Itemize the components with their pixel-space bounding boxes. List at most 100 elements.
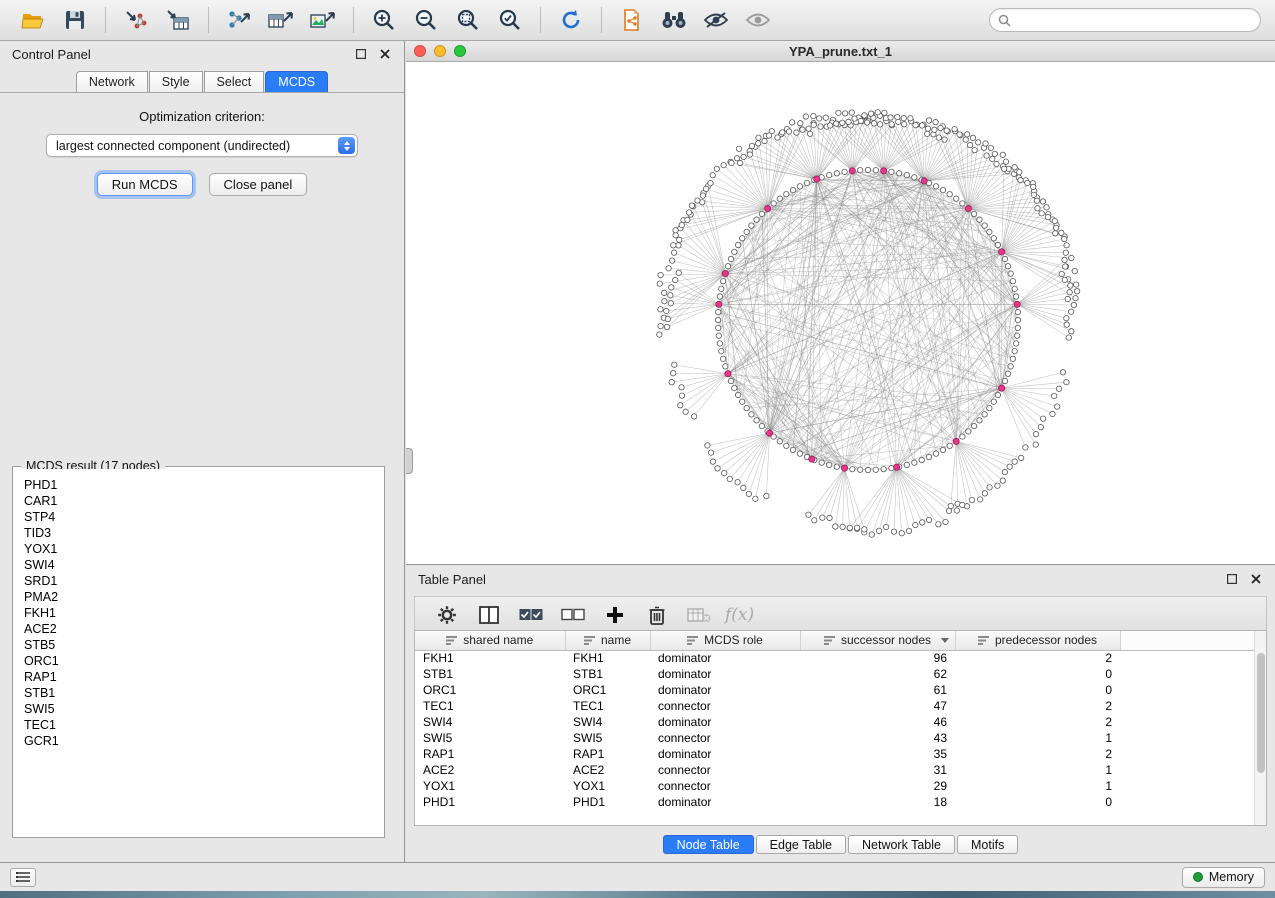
close-panel-button[interactable] [378, 47, 392, 61]
table-panel-title: Table Panel [418, 572, 486, 587]
deselect-all-button[interactable] [557, 600, 589, 630]
zoom-fit-button[interactable] [449, 4, 487, 36]
float-panel-button[interactable] [354, 47, 368, 61]
table-cell: 1 [955, 762, 1120, 778]
tab-node-table[interactable]: Node Table [663, 835, 754, 854]
optimization-criterion-label: Optimization criterion: [139, 109, 265, 124]
mcds-result-item[interactable]: ACE2 [24, 621, 382, 637]
split-column-button[interactable] [473, 600, 505, 630]
function-builder-button[interactable]: f(x) [725, 600, 754, 630]
mcds-result-item[interactable]: STB1 [24, 685, 382, 701]
panel-menu-button[interactable] [10, 868, 36, 887]
mcds-result-item[interactable]: GCR1 [24, 733, 382, 749]
table-toolbar: f(x) [414, 596, 1267, 634]
network-graph[interactable] [406, 62, 1275, 564]
import-network-button[interactable] [117, 4, 155, 36]
mcds-result-item[interactable]: SRD1 [24, 573, 382, 589]
table-row[interactable]: YOX1YOX1connector291 [415, 778, 1256, 794]
column-sort-icon [687, 636, 698, 645]
show-all-button[interactable] [739, 4, 777, 36]
tab-edge-table[interactable]: Edge Table [756, 835, 846, 854]
memory-button[interactable]: Memory [1182, 867, 1265, 888]
splitter-handle[interactable] [406, 448, 413, 474]
mcds-result-item[interactable]: YOX1 [24, 541, 382, 557]
zoom-in-button[interactable] [365, 4, 403, 36]
table-row[interactable]: SWI4SWI4dominator462 [415, 714, 1256, 730]
open-session-button[interactable] [14, 4, 52, 36]
table-row[interactable]: TEC1TEC1connector472 [415, 698, 1256, 714]
table-cell: connector [650, 730, 800, 746]
table-row[interactable]: ORC1ORC1dominator610 [415, 682, 1256, 698]
delete-column-button[interactable] [641, 600, 673, 630]
refresh-layout-button[interactable] [552, 4, 590, 36]
float-table-panel-button[interactable] [1225, 572, 1239, 586]
application-window: Control Panel Network Style Select MCDS [0, 0, 1275, 898]
table-vertical-scrollbar[interactable] [1254, 631, 1266, 825]
tab-network[interactable]: Network [76, 71, 148, 92]
mcds-result-item[interactable]: SWI5 [24, 701, 382, 717]
hide-selected-button[interactable] [697, 4, 735, 36]
hide-selected-icon [703, 11, 729, 29]
tab-style[interactable]: Style [149, 71, 203, 92]
binoculars-button[interactable] [655, 4, 693, 36]
column-header-successor-nodes[interactable]: successor nodes [800, 631, 955, 650]
table-cell: connector [650, 698, 800, 714]
table-cell-filler [1120, 762, 1256, 778]
close-panel-action-button[interactable]: Close panel [209, 173, 308, 196]
save-session-button[interactable] [56, 4, 94, 36]
network-canvas[interactable] [406, 62, 1275, 564]
export-image-button[interactable] [304, 4, 342, 36]
table-row[interactable]: SWI5SWI5connector431 [415, 730, 1256, 746]
table-row[interactable]: FKH1FKH1dominator962 [415, 650, 1256, 666]
scrollbar-thumb[interactable] [1257, 653, 1265, 773]
clear-table-button[interactable] [683, 600, 715, 630]
table-row[interactable]: RAP1RAP1dominator352 [415, 746, 1256, 762]
minimize-window-button[interactable] [434, 45, 446, 57]
close-window-button[interactable] [414, 45, 426, 57]
table-row[interactable]: PHD1PHD1dominator180 [415, 794, 1256, 810]
table-cell: STB1 [415, 666, 565, 682]
table-row[interactable]: ACE2ACE2connector311 [415, 762, 1256, 778]
mcds-result-item[interactable]: ORC1 [24, 653, 382, 669]
column-header-mcds-role[interactable]: MCDS role [650, 631, 800, 650]
control-panel-header: Control Panel [0, 41, 404, 67]
tab-network-table[interactable]: Network Table [848, 835, 955, 854]
zoom-out-icon [414, 8, 438, 32]
table-cell: 2 [955, 714, 1120, 730]
mcds-result-item[interactable]: TEC1 [24, 717, 382, 733]
tab-mcds[interactable]: MCDS [265, 71, 328, 92]
tab-motifs[interactable]: Motifs [957, 835, 1018, 854]
table-row[interactable]: STB1STB1dominator620 [415, 666, 1256, 682]
mcds-result-item[interactable]: STP4 [24, 509, 382, 525]
zoom-out-button[interactable] [407, 4, 445, 36]
column-header-name[interactable]: name [565, 631, 650, 650]
import-table-button[interactable] [159, 4, 197, 36]
mcds-result-item[interactable]: RAP1 [24, 669, 382, 685]
search-input[interactable] [1016, 13, 1252, 27]
table-settings-button[interactable] [431, 600, 463, 630]
run-mcds-button[interactable]: Run MCDS [97, 173, 193, 196]
criterion-select[interactable]: largest connected component (undirected) [46, 134, 358, 157]
column-header-predecessor-nodes[interactable]: predecessor nodes [955, 631, 1120, 650]
tab-select[interactable]: Select [204, 71, 265, 92]
mcds-result-item[interactable]: PHD1 [24, 477, 382, 493]
close-table-panel-button[interactable] [1249, 572, 1263, 586]
export-network-button[interactable] [220, 4, 258, 36]
table-cell: dominator [650, 666, 800, 682]
mcds-result-item[interactable]: TID3 [24, 525, 382, 541]
export-table-button[interactable] [262, 4, 300, 36]
column-header-shared-name[interactable]: shared name [415, 631, 565, 650]
add-column-button[interactable] [599, 600, 631, 630]
mcds-result-item[interactable]: CAR1 [24, 493, 382, 509]
mcds-result-item[interactable]: SWI4 [24, 557, 382, 573]
search-icon [998, 14, 1011, 27]
zoom-selected-button[interactable] [491, 4, 529, 36]
mcds-result-item[interactable]: STB5 [24, 637, 382, 653]
mcds-result-item[interactable]: FKH1 [24, 605, 382, 621]
table-cell: 2 [955, 650, 1120, 666]
select-all-button[interactable] [515, 600, 547, 630]
mcds-result-item[interactable]: PMA2 [24, 589, 382, 605]
zoom-window-button[interactable] [454, 45, 466, 57]
table-cell: 46 [800, 714, 955, 730]
copy-document-button[interactable] [613, 4, 651, 36]
